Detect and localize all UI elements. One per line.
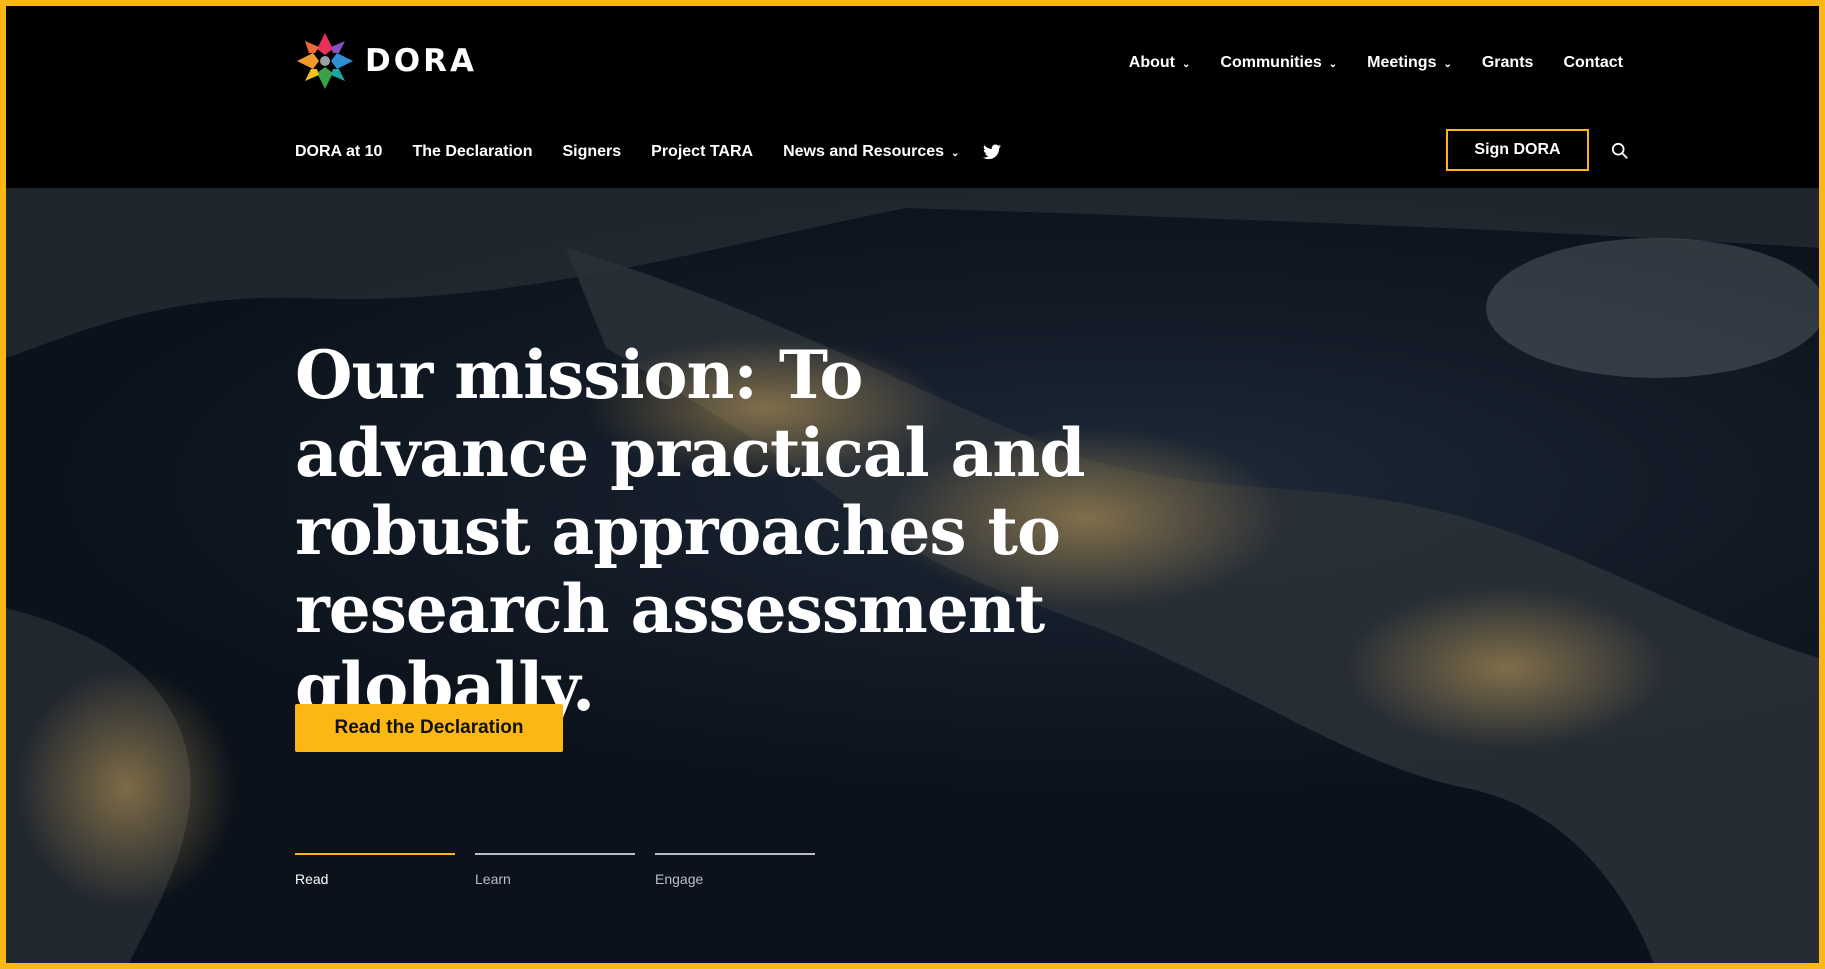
nav-meetings[interactable]: Meetings ⌄ xyxy=(1367,54,1452,72)
nav-contact[interactable]: Contact xyxy=(1563,54,1623,72)
chevron-down-icon: ⌄ xyxy=(951,147,960,159)
hero-tabs: Read Learn Engage xyxy=(295,853,835,887)
twitter-icon[interactable] xyxy=(983,144,1002,160)
nav-news-and-resources-label: News and Resources xyxy=(783,143,945,160)
search-icon[interactable] xyxy=(1611,142,1629,160)
chevron-down-icon: ⌄ xyxy=(1328,58,1338,70)
brand-name: DORA xyxy=(365,43,477,79)
tab-indicator xyxy=(295,853,455,855)
nav-contact-label: Contact xyxy=(1563,54,1623,71)
nav-the-declaration-label: The Declaration xyxy=(412,143,533,160)
logo-mark-icon xyxy=(297,33,353,89)
site-header: DORA About ⌄ Communities ⌄ Meetings ⌄ Gr… xyxy=(6,6,1819,188)
nav-news-and-resources[interactable]: News and Resources ⌄ xyxy=(783,143,959,161)
nav-about-label: About xyxy=(1128,54,1175,71)
chevron-down-icon: ⌄ xyxy=(1182,58,1191,70)
nav-the-declaration[interactable]: The Declaration xyxy=(412,143,532,161)
nav-project-tara-label: Project TARA xyxy=(651,143,754,160)
nav-signers-label: Signers xyxy=(562,143,622,160)
chevron-down-icon: ⌄ xyxy=(1443,58,1452,70)
nav-about[interactable]: About ⌄ xyxy=(1129,54,1191,72)
page-frame: DORA About ⌄ Communities ⌄ Meetings ⌄ Gr… xyxy=(0,0,1825,969)
tab-read-label: Read xyxy=(295,871,329,887)
tab-indicator xyxy=(655,853,815,855)
nav-communities[interactable]: Communities ⌄ xyxy=(1220,54,1337,72)
tab-engage-label: Engage xyxy=(655,871,704,887)
nav-meetings-label: Meetings xyxy=(1367,54,1437,71)
sign-dora-button[interactable]: Sign DORA xyxy=(1446,129,1589,171)
tab-engage[interactable]: Engage xyxy=(655,853,815,887)
hero-section: Our mission: To advance practical and ro… xyxy=(6,188,1819,963)
primary-nav: About ⌄ Communities ⌄ Meetings ⌄ Grants … xyxy=(1099,54,1623,72)
logo[interactable]: DORA xyxy=(295,31,477,91)
hero-title: Our mission: To advance practical and ro… xyxy=(295,336,1086,726)
nav-communities-label: Communities xyxy=(1220,54,1322,71)
tab-read[interactable]: Read xyxy=(295,853,455,887)
nav-grants[interactable]: Grants xyxy=(1482,54,1534,72)
secondary-nav: DORA at 10 The Declaration Signers Proje… xyxy=(295,143,1002,161)
nav-project-tara[interactable]: Project TARA xyxy=(651,143,753,161)
nav-dora-at-10[interactable]: DORA at 10 xyxy=(295,143,382,161)
nav-signers[interactable]: Signers xyxy=(562,143,621,161)
tab-learn-label: Learn xyxy=(475,871,511,887)
tab-learn[interactable]: Learn xyxy=(475,853,635,887)
nav-dora-at-10-label: DORA at 10 xyxy=(295,143,383,160)
read-declaration-button[interactable]: Read the Declaration xyxy=(295,704,563,752)
nav-grants-label: Grants xyxy=(1481,54,1534,71)
tab-indicator xyxy=(475,853,635,855)
